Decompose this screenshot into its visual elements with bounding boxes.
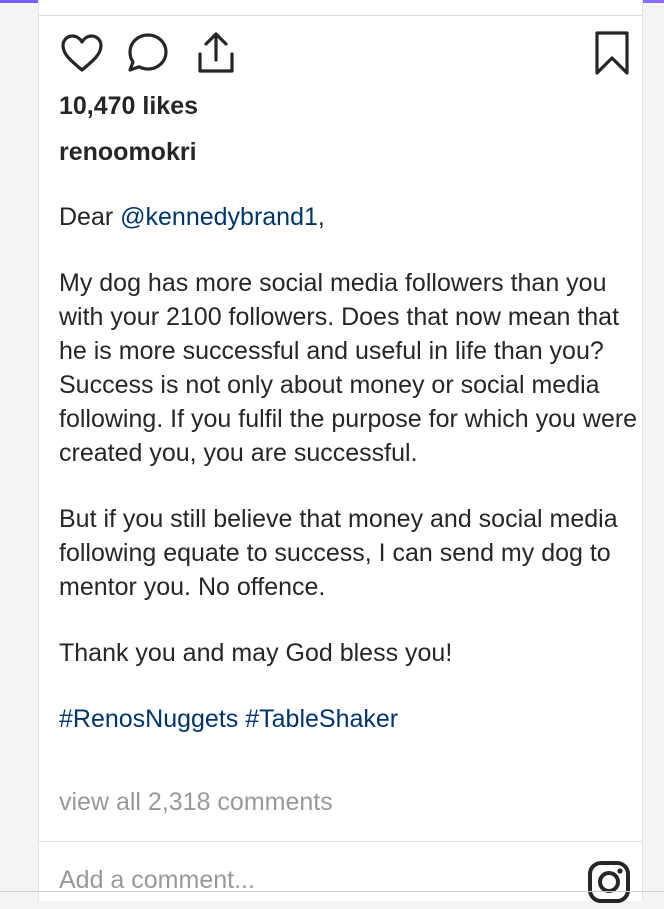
view-all-comments-link[interactable]: view all 2,318 comments xyxy=(59,788,333,817)
likes-count[interactable]: 10,470 likes xyxy=(59,92,198,121)
caption-hashtags: #RenosNuggets #TableShaker xyxy=(59,702,639,736)
comment-bubble-icon[interactable] xyxy=(125,30,171,76)
caption-paragraph-1: My dog has more social media followers t… xyxy=(59,269,638,467)
comment-divider xyxy=(39,841,642,842)
action-bar xyxy=(59,30,629,80)
bottom-border xyxy=(0,891,664,892)
bookmark-icon[interactable] xyxy=(589,30,635,76)
post-username[interactable]: renoomokri xyxy=(59,138,197,167)
hashtag-links[interactable]: #RenosNuggets #TableShaker xyxy=(59,705,398,733)
heart-icon[interactable] xyxy=(59,30,105,76)
share-upload-icon[interactable] xyxy=(193,30,239,76)
caption-paragraph-3: Thank you and may God bless you! xyxy=(59,639,453,667)
greeting-prefix: Dear xyxy=(59,203,121,231)
caption-greeting: Dear @kennedybrand1, xyxy=(59,200,639,234)
top-divider xyxy=(39,15,642,16)
post-card: 10,470 likes renoomokri Dear @kennedybra… xyxy=(38,0,643,904)
mention-link[interactable]: @kennedybrand1 xyxy=(120,203,318,231)
caption-paragraph-2: But if you still believe that money and … xyxy=(59,505,618,601)
greeting-suffix: , xyxy=(317,203,325,231)
post-caption: Dear @kennedybrand1, My dog has more soc… xyxy=(59,200,639,768)
instagram-icon[interactable] xyxy=(587,860,631,904)
